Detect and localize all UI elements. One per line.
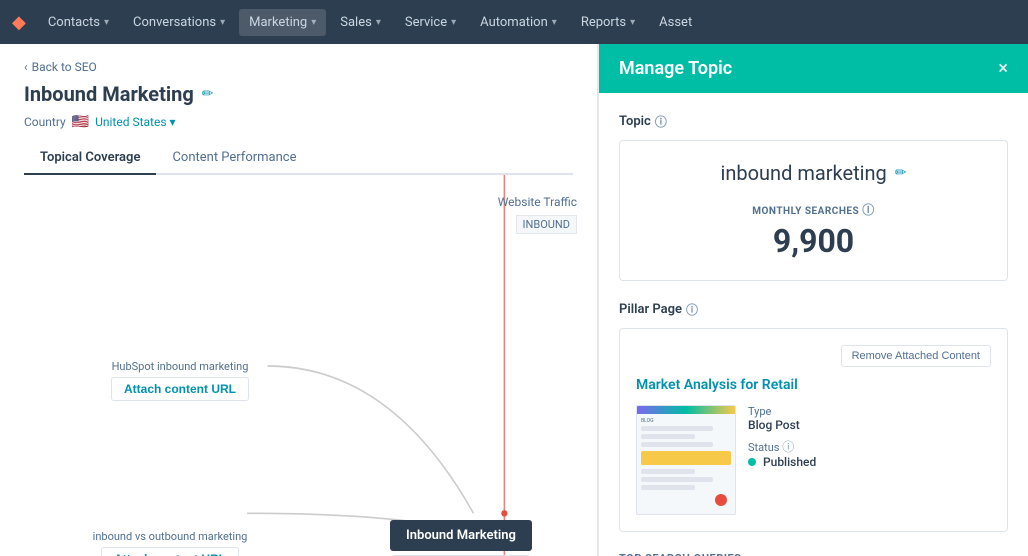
topic-text: inbound marketing xyxy=(720,161,886,185)
node-hubspot-label: HubSpot inbound marketing xyxy=(80,360,280,373)
status-info-icon: ⓘ xyxy=(782,440,794,454)
pillar-section-label: Pillar Page ⓘ xyxy=(619,301,1008,318)
topic-text-row: inbound marketing ✏ xyxy=(640,161,987,185)
pillar-box: Remove Attached Content Market Analysis … xyxy=(619,328,1008,532)
attach-url-vs-outbound-button[interactable]: Attach content URL xyxy=(101,547,239,556)
nav-asset[interactable]: Asset xyxy=(649,9,702,36)
monthly-searches-label: MONTHLY SEARCHES ⓘ xyxy=(640,201,987,218)
pillar-meta: Type Blog Post Status ⓘ Published xyxy=(748,405,816,515)
back-to-seo-link[interactable]: ‹ Back to SEO xyxy=(24,60,573,74)
nav-conversations[interactable]: Conversations ▾ xyxy=(123,9,235,36)
topic-box: inbound marketing ✏ MONTHLY SEARCHES ⓘ 9… xyxy=(619,140,1008,281)
monthly-searches-count: 9,900 xyxy=(640,222,987,260)
tab-topical-coverage[interactable]: Topical Coverage xyxy=(24,142,156,175)
edit-title-icon[interactable]: ✏ xyxy=(202,86,214,102)
main-layout: ‹ Back to SEO Inbound Marketing ✏ Countr… xyxy=(0,44,1028,556)
tab-content-performance[interactable]: Content Performance xyxy=(156,142,312,175)
page-title-row: Inbound Marketing ✏ xyxy=(24,82,573,106)
nav-reports[interactable]: Reports ▾ xyxy=(571,9,645,36)
left-header: ‹ Back to SEO Inbound Marketing ✏ Countr… xyxy=(0,44,597,175)
pillar-content-row: BLOG Typ xyxy=(636,405,991,515)
status-row: Status ⓘ Published xyxy=(748,438,816,469)
attach-url-hubspot-button[interactable]: Attach content URL xyxy=(111,377,249,401)
website-traffic-label: Website Traffic xyxy=(498,195,577,209)
thumbnail-red-dot xyxy=(715,494,727,506)
status-value: Published xyxy=(748,455,816,469)
pillar-info-icon: ⓘ xyxy=(686,301,698,318)
nav-sales[interactable]: Sales ▾ xyxy=(330,9,391,36)
topic-node-vs-outbound: inbound vs outbound marketing Attach con… xyxy=(65,530,275,556)
node-vs-outbound-label: inbound vs outbound marketing xyxy=(65,530,275,543)
modal-title: Manage Topic xyxy=(619,58,732,79)
topic-section-label: Topic ⓘ xyxy=(619,113,1008,130)
inbound-label: INBOUND xyxy=(516,215,577,234)
status-dot-icon xyxy=(748,458,756,466)
nav-service[interactable]: Service ▾ xyxy=(395,9,466,36)
country-row: Country 🇺🇸 United States ▾ xyxy=(24,114,573,130)
modal-body: Topic ⓘ inbound marketing ✏ MONTHLY SEAR… xyxy=(599,93,1028,556)
manage-topic-panel: Manage Topic × Topic ⓘ inbound marketing… xyxy=(598,44,1028,556)
nav-marketing[interactable]: Marketing ▾ xyxy=(239,9,326,36)
topic-node-hubspot: HubSpot inbound marketing Attach content… xyxy=(80,360,280,401)
page-title: Inbound Marketing xyxy=(24,82,194,106)
topic-info-icon: ⓘ xyxy=(655,113,667,130)
center-node-box: Inbound Marketing xyxy=(390,520,532,551)
modal-header: Manage Topic × xyxy=(599,44,1028,93)
monthly-info-icon: ⓘ xyxy=(862,203,875,217)
nav-automation[interactable]: Automation ▾ xyxy=(470,9,567,36)
market-analysis-link[interactable]: Market Analysis for Retail xyxy=(636,377,991,393)
country-selector[interactable]: United States ▾ xyxy=(95,115,175,129)
nav-contacts[interactable]: Contacts ▾ xyxy=(38,9,119,36)
us-flag-icon: 🇺🇸 xyxy=(72,114,89,130)
remove-attached-content-button[interactable]: Remove Attached Content xyxy=(841,345,991,367)
type-row: Type Blog Post xyxy=(748,405,816,432)
pillar-thumbnail: BLOG xyxy=(636,405,736,515)
tabs-row: Topical Coverage Content Performance xyxy=(24,142,573,175)
graph-area: Website Traffic INBOUND HubSpot inbound … xyxy=(0,175,597,556)
edit-topic-icon[interactable]: ✏ xyxy=(895,165,907,181)
topic-node-center: Inbound Marketing Attach content URL xyxy=(390,520,532,556)
left-panel: ‹ Back to SEO Inbound Marketing ✏ Countr… xyxy=(0,44,598,556)
top-nav: ◆ Contacts ▾ Conversations ▾ Marketing ▾… xyxy=(0,0,1028,44)
top-search-queries-label: TOP SEARCH QUERIES xyxy=(619,552,1008,556)
close-modal-button[interactable]: × xyxy=(998,60,1008,78)
hubspot-logo: ◆ xyxy=(12,12,26,33)
